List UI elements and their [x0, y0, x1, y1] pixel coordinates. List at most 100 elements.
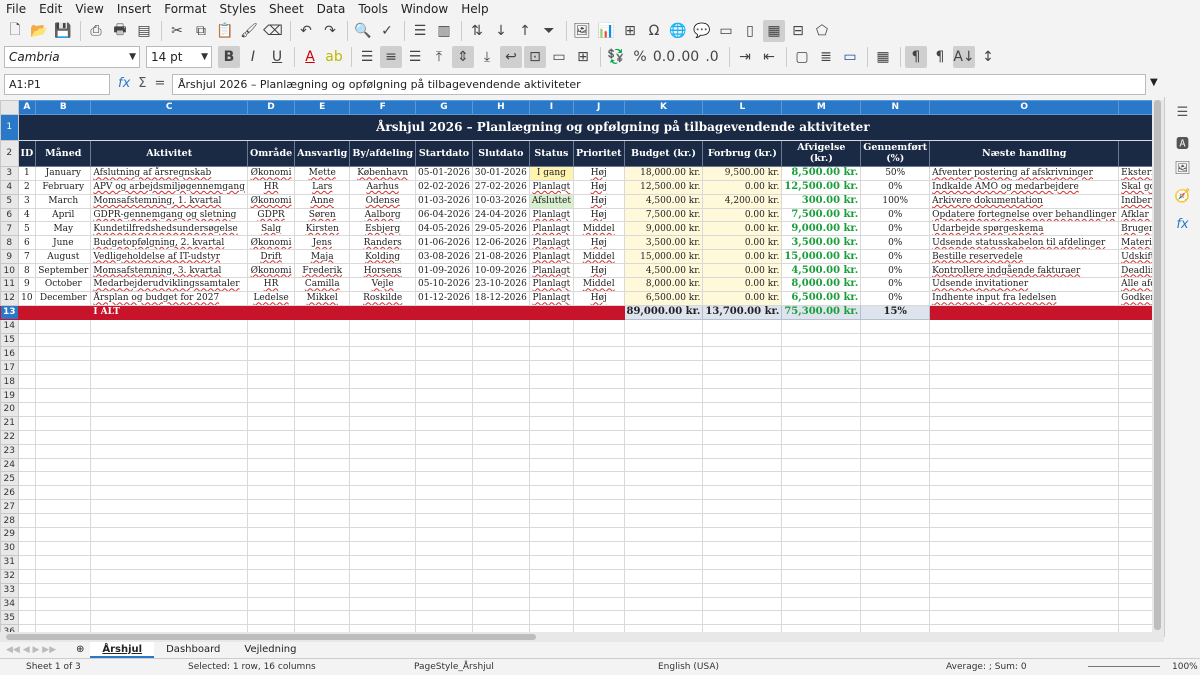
- empty-cell[interactable]: [246, 485, 296, 501]
- empty-cell[interactable]: [349, 513, 417, 529]
- empty-cell[interactable]: [860, 374, 931, 390]
- empty-cell[interactable]: [246, 457, 296, 473]
- empty-cell[interactable]: [702, 499, 783, 515]
- table-cell[interactable]: HR: [246, 277, 296, 292]
- text-direction-vertical-icon[interactable]: ↕: [977, 46, 999, 68]
- empty-cell[interactable]: [1118, 457, 1152, 473]
- number-format-icon[interactable]: 0.0: [653, 46, 675, 68]
- comment-icon[interactable]: 💬: [691, 20, 713, 42]
- empty-cell[interactable]: [860, 610, 931, 626]
- total-cell[interactable]: [1118, 304, 1152, 320]
- empty-cell[interactable]: [246, 360, 296, 376]
- sum-icon[interactable]: Σ: [138, 76, 146, 91]
- empty-cell[interactable]: [246, 415, 296, 431]
- redo-icon[interactable]: ↷: [319, 20, 341, 42]
- empty-cell[interactable]: [415, 540, 473, 556]
- empty-cell[interactable]: [860, 540, 931, 556]
- table-cell[interactable]: Udsende statusskabelon til afdelinger: [929, 235, 1120, 251]
- empty-cell[interactable]: [17, 582, 37, 598]
- empty-cell[interactable]: [294, 374, 351, 390]
- empty-cell[interactable]: [35, 443, 92, 459]
- empty-cell[interactable]: [572, 374, 625, 390]
- table-cell[interactable]: Vedligeholdelse af IT-udstyr: [90, 249, 248, 265]
- table-cell[interactable]: 9,500.00 kr.: [702, 165, 783, 181]
- empty-cell[interactable]: [294, 429, 351, 445]
- empty-cell[interactable]: [929, 513, 1120, 529]
- table-cell[interactable]: 8,000.00 kr.: [781, 277, 862, 292]
- table-cell[interactable]: 4,200.00 kr.: [702, 193, 783, 209]
- empty-cell[interactable]: [702, 471, 783, 487]
- table-cell[interactable]: 01-06-2026: [415, 235, 473, 251]
- table-cell[interactable]: Planlagt: [528, 235, 574, 251]
- empty-cell[interactable]: [528, 332, 574, 348]
- table-cell[interactable]: 02-02-2026: [415, 179, 473, 195]
- empty-cell[interactable]: [623, 485, 704, 501]
- empty-cell[interactable]: [246, 471, 296, 487]
- find-replace-icon[interactable]: 🔍: [352, 20, 374, 42]
- empty-cell[interactable]: [860, 582, 931, 598]
- table-cell[interactable]: Høj: [572, 207, 625, 223]
- empty-cell[interactable]: [349, 429, 417, 445]
- empty-cell[interactable]: [860, 388, 931, 404]
- empty-cell[interactable]: [623, 457, 704, 473]
- empty-cell[interactable]: [1118, 568, 1152, 584]
- table-cell[interactable]: Medarbejderudviklingssamtaler: [90, 277, 248, 292]
- empty-cell[interactable]: [17, 360, 37, 376]
- table-cell[interactable]: Opdatere fortegnelse over behandlinger: [929, 207, 1120, 223]
- empty-cell[interactable]: [35, 388, 92, 404]
- empty-cell[interactable]: [528, 624, 574, 632]
- table-cell[interactable]: 3: [17, 193, 37, 209]
- table-cell[interactable]: 9,000.00 kr.: [781, 221, 862, 237]
- table-cell[interactable]: Ledelse: [246, 290, 296, 306]
- empty-cell[interactable]: [294, 527, 351, 542]
- table-cell[interactable]: August: [35, 249, 92, 265]
- table-cell[interactable]: Anne: [294, 193, 351, 209]
- empty-cell[interactable]: [929, 485, 1120, 501]
- empty-cell[interactable]: [528, 610, 574, 626]
- empty-cell[interactable]: [929, 374, 1120, 390]
- autofilter-icon[interactable]: ⏷: [538, 20, 560, 42]
- empty-cell[interactable]: [572, 485, 625, 501]
- insert-image-icon[interactable]: 🖼: [571, 20, 593, 42]
- table-cell[interactable]: 18,000.00 kr.: [623, 165, 704, 181]
- empty-cell[interactable]: [929, 415, 1120, 431]
- table-cell[interactable]: Høj: [572, 193, 625, 209]
- empty-cell[interactable]: [349, 388, 417, 404]
- increase-indent-icon[interactable]: ⇥: [734, 46, 756, 68]
- table-cell[interactable]: 05-10-2026: [415, 277, 473, 292]
- empty-cell[interactable]: [702, 554, 783, 570]
- table-header-cell[interactable]: Prioritet: [572, 139, 625, 167]
- table-cell[interactable]: Planlagt: [528, 277, 574, 292]
- empty-cell[interactable]: [17, 610, 37, 626]
- row-header[interactable]: 7: [0, 221, 19, 237]
- print-preview-icon[interactable]: ▤: [133, 20, 155, 42]
- empty-cell[interactable]: [90, 429, 248, 445]
- menu-item[interactable]: Help: [461, 2, 488, 16]
- empty-cell[interactable]: [415, 582, 473, 598]
- table-cell[interactable]: HR: [246, 179, 296, 195]
- empty-cell[interactable]: [471, 554, 530, 570]
- copy-icon[interactable]: ⧉: [190, 20, 212, 42]
- table-header-cell[interactable]: Budget (kr.): [623, 139, 704, 167]
- horizontal-scrollbar[interactable]: [0, 632, 1164, 642]
- table-cell[interactable]: 10-09-2026: [471, 263, 530, 279]
- empty-cell[interactable]: [623, 554, 704, 570]
- empty-cell[interactable]: [572, 610, 625, 626]
- empty-cell[interactable]: [1118, 624, 1152, 632]
- empty-cell[interactable]: [623, 596, 704, 612]
- empty-cell[interactable]: [17, 332, 37, 348]
- table-header-cell[interactable]: Måned: [35, 139, 92, 167]
- table-cell[interactable]: Bruger samme platfor: [1118, 221, 1152, 237]
- row-header[interactable]: 16: [0, 346, 19, 362]
- empty-cell[interactable]: [90, 610, 248, 626]
- empty-cell[interactable]: [471, 540, 530, 556]
- table-cell[interactable]: Alle afdelinger inklude: [1118, 277, 1152, 292]
- empty-cell[interactable]: [860, 527, 931, 542]
- menu-item[interactable]: Edit: [39, 2, 62, 16]
- empty-cell[interactable]: [17, 402, 37, 417]
- empty-cell[interactable]: [528, 513, 574, 529]
- empty-cell[interactable]: [572, 346, 625, 362]
- empty-cell[interactable]: [781, 415, 862, 431]
- row-header[interactable]: 8: [0, 235, 19, 251]
- corner-cell[interactable]: [0, 100, 19, 115]
